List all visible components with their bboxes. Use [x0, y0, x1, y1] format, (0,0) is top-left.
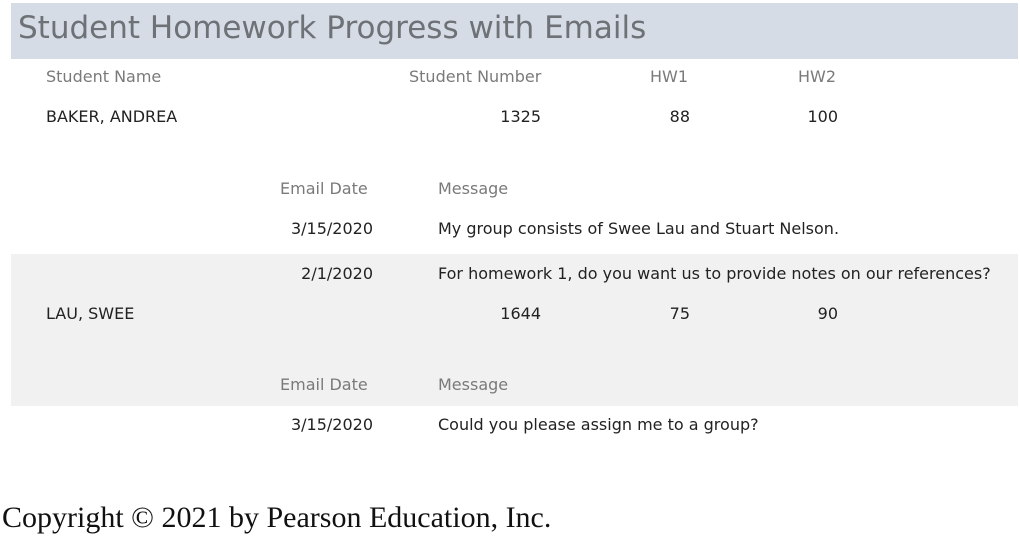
subheader-email-date: Email Date — [280, 375, 368, 394]
subheader-email-date: Email Date — [280, 179, 368, 198]
student-number: 1644 — [500, 304, 541, 323]
student-name: BAKER, ANDREA — [46, 107, 178, 126]
subheader-message: Message — [438, 375, 509, 394]
copyright-notice: Copyright © 2021 by Pearson Education, I… — [2, 501, 552, 534]
email-message: My group consists of Swee Lau and Stuart… — [438, 219, 840, 238]
hw1-score: 88 — [669, 107, 690, 126]
column-header-hw1: HW1 — [650, 67, 689, 86]
column-header-student-name: Student Name — [46, 67, 162, 86]
column-header-hw2: HW2 — [798, 67, 837, 86]
hw1-score: 75 — [669, 304, 690, 323]
email-message: Could you please assign me to a group? — [438, 415, 759, 434]
hw2-score: 90 — [817, 304, 838, 323]
email-date: 3/15/2020 — [290, 415, 373, 434]
student-number: 1325 — [500, 107, 541, 126]
column-header-student-number: Student Number — [409, 67, 542, 86]
email-date: 2/1/2020 — [301, 264, 373, 283]
student-name: LAU, SWEE — [46, 304, 135, 323]
hw2-score: 100 — [807, 107, 838, 126]
email-message: For homework 1, do you want us to provid… — [438, 264, 991, 283]
email-date: 3/15/2020 — [290, 219, 373, 238]
subheader-message: Message — [438, 179, 509, 198]
report-title: Student Homework Progress with Emails — [18, 10, 647, 46]
